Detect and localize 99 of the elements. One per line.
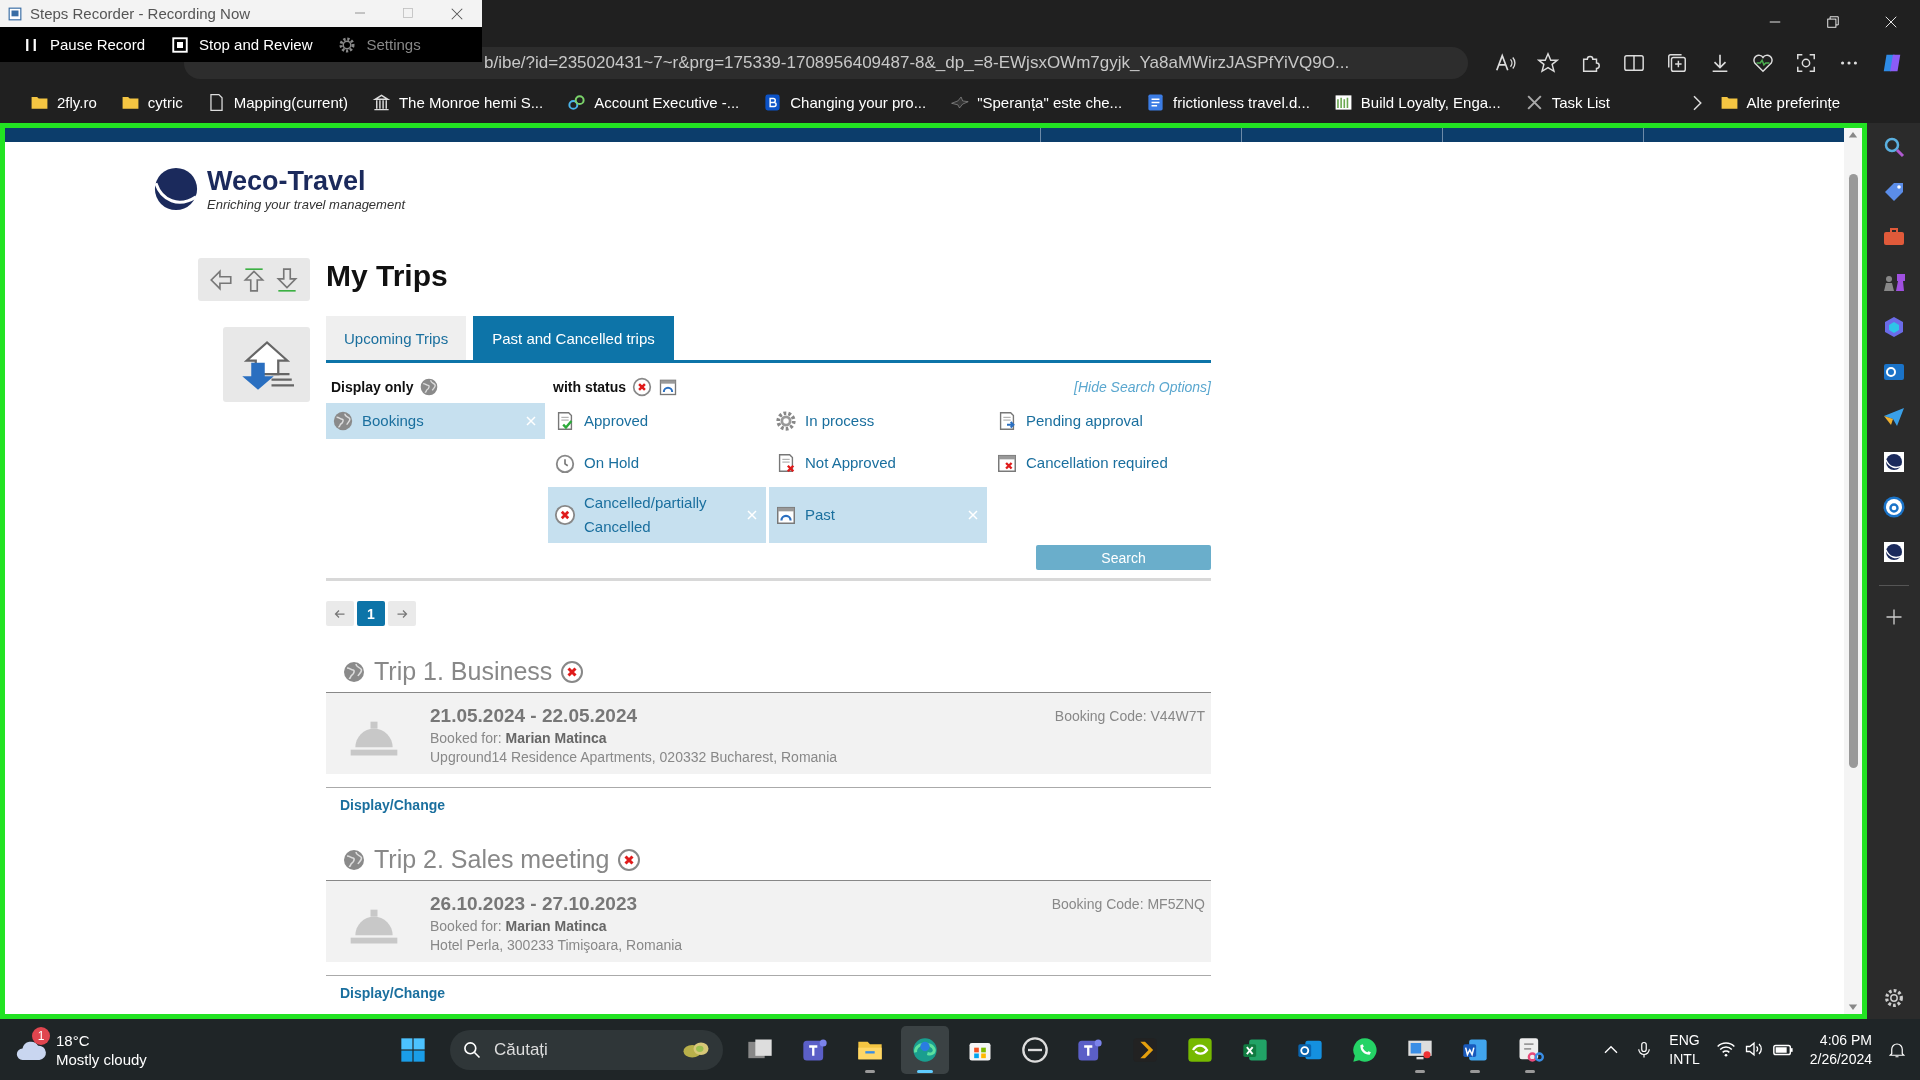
- document-icon: [1146, 93, 1166, 112]
- weather-condition: Mostly cloudy: [56, 1049, 147, 1069]
- trip-dates: 26.10.2023 - 27.10.2023: [430, 893, 639, 915]
- ring-icon: [1021, 1035, 1049, 1064]
- search-icon: [462, 1039, 482, 1060]
- booking-code: Booking Code: MF5ZNQ: [1051, 895, 1205, 914]
- logo-name: Weco-Travel: [207, 166, 367, 197]
- tab[interactable]: Past and Cancelled trips: [473, 316, 674, 360]
- star-icon[interactable]: [1537, 52, 1559, 74]
- bookmark[interactable]: frictionless travel.d...: [1136, 89, 1320, 116]
- pause-button[interactable]: Pause Record: [14, 31, 154, 58]
- settings-icon: [338, 35, 357, 54]
- filter-option[interactable]: Cancelled/partially Cancelled: [548, 487, 766, 543]
- hotel-address: Upground14 Residence Apartments, 020332 Bucharest, Romania: [430, 749, 839, 765]
- read-aloud-icon[interactable]: [1494, 52, 1516, 74]
- calendar-icon: [658, 377, 679, 397]
- booked-for: Booked for: Marian Matinca: [430, 918, 608, 934]
- scrollbar[interactable]: [1844, 128, 1862, 1014]
- tagline: Enriching your travel management: [207, 197, 405, 212]
- collections-icon[interactable]: [1666, 52, 1688, 74]
- split-screen-icon[interactable]: [1623, 52, 1645, 74]
- booked-for: Booked for: Marian Matinca: [430, 730, 608, 746]
- filter-label: Display only: [331, 379, 414, 395]
- badge-icon: [763, 93, 783, 112]
- bookmark[interactable]: 2fly.ro: [20, 89, 107, 116]
- cancel-icon: [554, 504, 576, 526]
- trip-title: Trip 2. Sales meeting: [374, 845, 610, 874]
- calendar-cross-icon: [996, 452, 1018, 474]
- next-page-button[interactable]: [388, 601, 416, 626]
- bookmark[interactable]: Build Loyalty, Enga...: [1323, 89, 1511, 116]
- cancel-icon: [617, 847, 642, 872]
- filter-option[interactable]: Bookings: [326, 403, 545, 439]
- arrow-up-icon[interactable]: [241, 266, 267, 293]
- page-title: My Trips: [326, 258, 449, 294]
- app-icon[interactable]: [1881, 540, 1906, 564]
- filter-option[interactable]: In process: [769, 403, 987, 439]
- bell-icon[interactable]: [1888, 1040, 1906, 1059]
- circle-app-icon[interactable]: [1881, 495, 1906, 519]
- filter-option[interactable]: Cancellation required: [990, 445, 1208, 481]
- tab[interactable]: Upcoming Trips: [326, 316, 467, 360]
- page-button[interactable]: 1: [357, 601, 385, 626]
- filter-option[interactable]: Not Approved: [769, 445, 987, 481]
- windows-icon: [399, 1035, 427, 1064]
- bookmark[interactable]: Task List: [1514, 89, 1620, 116]
- scrollbar-thumb[interactable]: [1848, 174, 1858, 768]
- trip-dates: 21.05.2024 - 22.05.2024: [430, 705, 639, 727]
- arrow-right-icon: [396, 607, 408, 620]
- bookmark[interactable]: Changing your pro...: [753, 89, 937, 116]
- clock-date[interactable]: 2/26/2024: [1809, 1049, 1872, 1069]
- trip-title: Trip 1. Business: [374, 657, 553, 686]
- link-icon: [567, 93, 587, 112]
- building-icon: [371, 93, 391, 112]
- display-change-link[interactable]: Display/Change: [340, 797, 446, 813]
- calendar-icon: [775, 504, 797, 526]
- clock-icon: [554, 452, 576, 474]
- filter-option[interactable]: Past: [769, 487, 987, 543]
- window-title: Steps Recorder - Recording Now: [30, 5, 251, 22]
- filter-label: with status: [553, 379, 627, 395]
- bookmark[interactable]: Mapping(current): [196, 89, 358, 116]
- filter-option[interactable]: Pending approval: [990, 403, 1208, 439]
- gear-icon: [775, 410, 797, 432]
- search-field[interactable]: Căutați: [450, 1029, 723, 1070]
- swirl-icon: [1186, 1035, 1214, 1064]
- filter-option[interactable]: On Hold: [548, 445, 766, 481]
- temperature: 18°C: [56, 1030, 91, 1050]
- display-change-link[interactable]: Display/Change: [340, 985, 446, 1001]
- stop-icon: [171, 35, 190, 54]
- phone-bubble-icon: [1351, 1035, 1379, 1064]
- bookmark[interactable]: Account Executive -...: [557, 89, 750, 116]
- language-indicator[interactable]: ENG: [1669, 1030, 1700, 1050]
- browser-icon: [911, 1035, 939, 1064]
- filter-option[interactable]: Approved: [548, 403, 766, 439]
- restore-icon[interactable]: [1826, 15, 1840, 29]
- bookmark[interactable]: The Monroe hemi S...: [361, 89, 554, 116]
- booking-code: Booking Code: V44W7T: [1054, 707, 1205, 726]
- search-input[interactable]: Căutați: [492, 1038, 671, 1061]
- heart-icon[interactable]: [1752, 52, 1774, 74]
- recorder-app-icon: [8, 6, 22, 21]
- stripes-icon: [1333, 93, 1353, 112]
- bookmark[interactable]: "Speranța" este che...: [940, 89, 1133, 116]
- cancel-icon: [632, 377, 653, 397]
- previous-page-button[interactable]: [326, 601, 354, 626]
- screenshot-icon[interactable]: [1795, 52, 1817, 74]
- notification-badge: 1: [32, 1026, 50, 1045]
- copilot-icon[interactable]: [1881, 52, 1903, 74]
- scroll-down-icon: [1848, 1002, 1858, 1012]
- bookmark-folder[interactable]: Alte preferințe: [1709, 89, 1850, 116]
- cancel-icon: [560, 659, 585, 684]
- clock-time[interactable]: 4:06 PM: [1819, 1030, 1872, 1050]
- arrow-left-icon: [334, 607, 346, 620]
- taskbar-button[interactable]: [901, 1025, 949, 1074]
- keyboard-layout[interactable]: INTL: [1669, 1049, 1700, 1069]
- scroll-up-icon: [1848, 130, 1858, 140]
- maximize-icon: [402, 6, 414, 19]
- logo-icon: [153, 166, 199, 212]
- settings-icon[interactable]: [1882, 987, 1905, 1009]
- app-icon[interactable]: [1881, 450, 1906, 474]
- bookmark[interactable]: cytric: [110, 89, 193, 116]
- hotel-address: Hotel Perla, 300233 Timişoara, Romania: [430, 937, 684, 953]
